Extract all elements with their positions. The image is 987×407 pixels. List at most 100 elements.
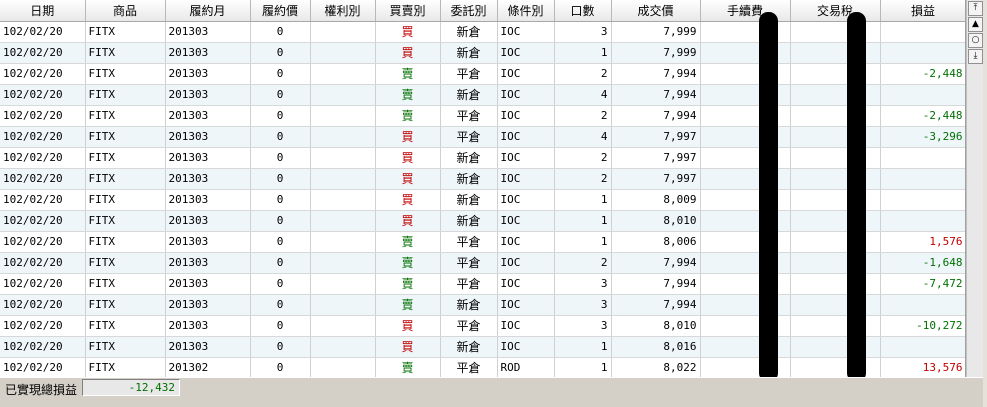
col-header-product[interactable]: 商品: [85, 0, 166, 22]
col-header-pnl[interactable]: 損益: [880, 0, 965, 22]
cell-condition: IOC: [497, 294, 555, 316]
cell-product: FITX: [85, 231, 166, 253]
cell-tax: [790, 273, 881, 295]
cell-pnl: [880, 168, 965, 190]
cell-side: 買: [375, 126, 441, 148]
col-header-strike[interactable]: 履約價: [250, 0, 311, 22]
cell-right: [310, 273, 376, 295]
cell-side: 賣: [375, 63, 441, 85]
trade-grid[interactable]: 日期 商品 履約月 履約價 權利別 買賣別 委託別 條件別 口數 成交價 手續費…: [0, 0, 966, 377]
table-row[interactable]: 102/02/20 FITX 201303 0 賣平倉 IOC 2 7,994 -2,448: [0, 63, 965, 85]
cell-month: 201303: [165, 105, 251, 127]
col-header-date[interactable]: 日期: [0, 0, 86, 22]
table-row[interactable]: 102/02/20 FITX 201303 0 買新倉 IOC 1 7,999: [0, 42, 965, 64]
cell-month: 201303: [165, 210, 251, 232]
cell-pnl: -10,272: [880, 315, 965, 337]
trade-history-window: 日期 商品 履約月 履約價 權利別 買賣別 委託別 條件別 口數 成交價 手續費…: [0, 0, 987, 407]
scroll-top-icon[interactable]: ⤒: [968, 1, 983, 16]
table-row[interactable]: 102/02/20 FITX 201303 0 買新倉 IOC 2 7,997: [0, 147, 965, 169]
cell-order: 平倉: [440, 126, 498, 148]
cell-pnl: -3,296: [880, 126, 965, 148]
cell-right: [310, 189, 376, 211]
table-row[interactable]: 102/02/20 FITX 201303 0 買平倉 IOC 4 7,997 -3,296: [0, 126, 965, 148]
cell-date: 102/02/20: [0, 273, 86, 295]
cell-right: [310, 315, 376, 337]
cell-strike: 0: [250, 210, 311, 232]
cell-order: 新倉: [440, 189, 498, 211]
cell-side: 買: [375, 336, 441, 358]
table-row[interactable]: 102/02/20 FITX 201303 0 買新倉 IOC 3 7,999: [0, 21, 965, 43]
cell-condition: IOC: [497, 210, 555, 232]
table-row[interactable]: 102/02/20 FITX 201303 0 賣平倉 IOC 1 8,006 1,576: [0, 231, 965, 253]
cell-date: 102/02/20: [0, 210, 86, 232]
table-row[interactable]: 102/02/20 FITX 201303 0 賣平倉 IOC 2 7,994 -2,448: [0, 105, 965, 127]
cell-condition: IOC: [497, 273, 555, 295]
cell-qty: 2: [554, 63, 612, 85]
cell-right: [310, 126, 376, 148]
cell-tax: [790, 315, 881, 337]
cell-product: FITX: [85, 84, 166, 106]
table-row[interactable]: 102/02/20 FITX 201303 0 賣平倉 IOC 3 7,994 -7,472: [0, 273, 965, 295]
cell-side: 買: [375, 147, 441, 169]
cell-date: 102/02/20: [0, 105, 86, 127]
cell-strike: 0: [250, 252, 311, 274]
table-row[interactable]: 102/02/20 FITX 201303 0 賣新倉 IOC 3 7,994: [0, 294, 965, 316]
cell-right: [310, 42, 376, 64]
cell-month: 201303: [165, 294, 251, 316]
cell-order: 平倉: [440, 357, 498, 377]
col-header-right[interactable]: 權利別: [310, 0, 376, 22]
cell-side: 買: [375, 21, 441, 43]
col-header-qty[interactable]: 口數: [554, 0, 612, 22]
cell-pnl: 1,576: [880, 231, 965, 253]
cell-condition: IOC: [497, 147, 555, 169]
cell-right: [310, 357, 376, 377]
cell-date: 102/02/20: [0, 84, 86, 106]
cell-condition: IOC: [497, 252, 555, 274]
cell-month: 201303: [165, 336, 251, 358]
cell-pnl: [880, 42, 965, 64]
cell-side: 賣: [375, 84, 441, 106]
cell-qty: 1: [554, 357, 612, 377]
cell-strike: 0: [250, 357, 311, 377]
col-header-condition[interactable]: 條件別: [497, 0, 555, 22]
scroll-center-icon[interactable]: ○: [968, 33, 983, 48]
cell-side: 買: [375, 210, 441, 232]
cell-date: 102/02/20: [0, 252, 86, 274]
cell-date: 102/02/20: [0, 315, 86, 337]
table-row[interactable]: 102/02/20 FITX 201303 0 買新倉 IOC 2 7,997: [0, 168, 965, 190]
col-header-order[interactable]: 委託別: [440, 0, 498, 22]
scroll-up-icon[interactable]: ▲: [968, 17, 983, 32]
cell-price: 8,016: [611, 336, 701, 358]
cell-condition: ROD: [497, 357, 555, 377]
table-row[interactable]: 102/02/20 FITX 201303 0 買新倉 IOC 1 8,016: [0, 336, 965, 358]
cell-tax: [790, 252, 881, 274]
cell-strike: 0: [250, 147, 311, 169]
cell-qty: 3: [554, 294, 612, 316]
table-row[interactable]: 102/02/20 FITX 201303 0 買新倉 IOC 1 8,010: [0, 210, 965, 232]
table-row[interactable]: 102/02/20 FITX 201302 0 賣平倉 ROD 1 8,022 13,576: [0, 357, 965, 377]
cell-order: 平倉: [440, 252, 498, 274]
cell-order: 新倉: [440, 84, 498, 106]
table-row[interactable]: 102/02/20 FITX 201303 0 賣新倉 IOC 4 7,994: [0, 84, 965, 106]
cell-strike: 0: [250, 126, 311, 148]
cell-qty: 2: [554, 252, 612, 274]
col-header-side[interactable]: 買賣別: [375, 0, 441, 22]
cell-qty: 2: [554, 147, 612, 169]
cell-qty: 1: [554, 210, 612, 232]
cell-tax: [790, 105, 881, 127]
vertical-scrollbar[interactable]: ⤒ ▲ ○ ⤓: [966, 0, 983, 377]
table-row[interactable]: 102/02/20 FITX 201303 0 買平倉 IOC 3 8,010 -10,272: [0, 315, 965, 337]
cell-price: 7,999: [611, 42, 701, 64]
cell-pnl: [880, 147, 965, 169]
table-row[interactable]: 102/02/20 FITX 201303 0 買新倉 IOC 1 8,009: [0, 189, 965, 211]
col-header-month[interactable]: 履約月: [165, 0, 251, 22]
cell-product: FITX: [85, 42, 166, 64]
scroll-bottom-icon[interactable]: ⤓: [968, 49, 983, 64]
col-header-tax[interactable]: 交易稅: [790, 0, 881, 22]
cell-qty: 3: [554, 21, 612, 43]
cell-strike: 0: [250, 42, 311, 64]
table-row[interactable]: 102/02/20 FITX 201303 0 賣平倉 IOC 2 7,994 -1,648: [0, 252, 965, 274]
cell-order: 新倉: [440, 210, 498, 232]
summary-bar: 已實現總損益 -12,432: [0, 377, 983, 407]
col-header-price[interactable]: 成交價: [611, 0, 701, 22]
